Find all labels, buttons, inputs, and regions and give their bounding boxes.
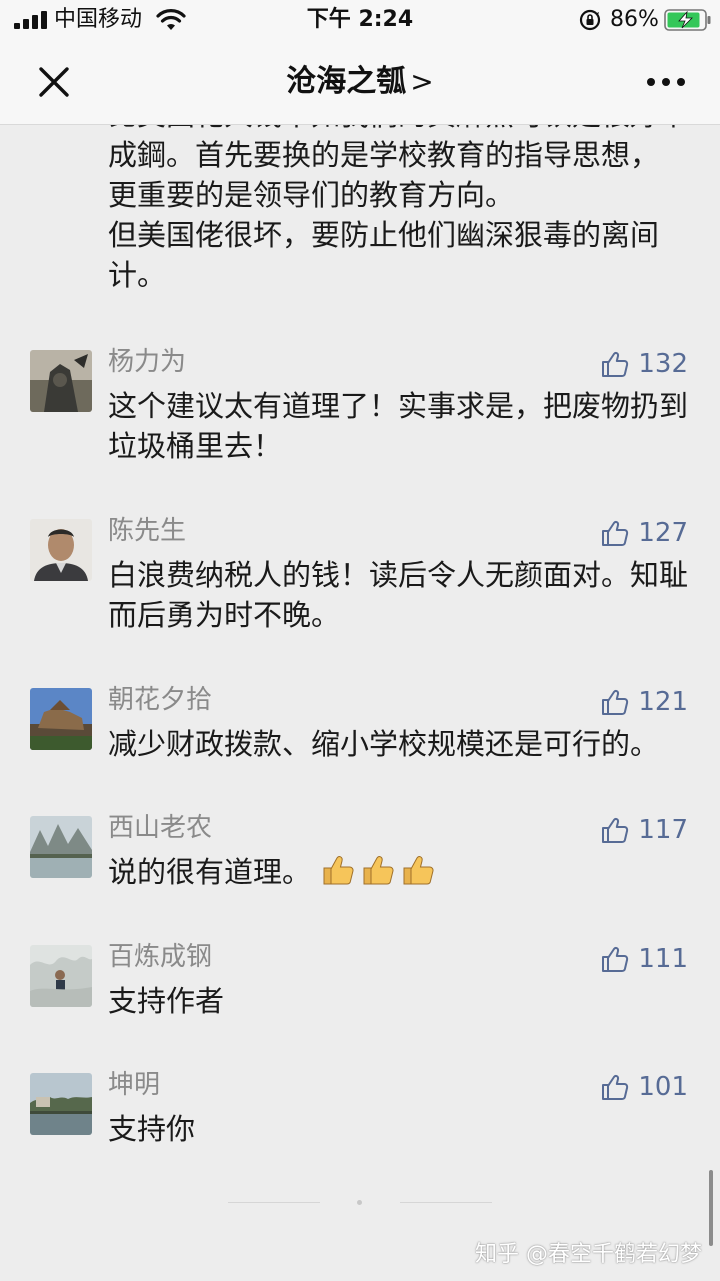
- end-divider-left: [228, 1202, 320, 1203]
- comment-author[interactable]: 百炼成钢: [108, 939, 212, 975]
- end-divider-right: [400, 1202, 492, 1203]
- avatar-image: [30, 816, 92, 878]
- like-button[interactable]: 117: [600, 812, 688, 848]
- like-button[interactable]: 101: [600, 1069, 688, 1105]
- comment-author[interactable]: 西山老农: [108, 810, 212, 846]
- like-button[interactable]: 111: [600, 941, 688, 977]
- article-line: 计。: [108, 258, 167, 292]
- thumbs-up-icon: [602, 1074, 629, 1100]
- thumbs-up-emoji: [323, 856, 354, 885]
- end-divider-dot: [357, 1200, 362, 1205]
- thumbs-up-emoji: [403, 856, 434, 885]
- watermark: 知乎 @春空千鹤若幻梦: [475, 1242, 702, 1267]
- clipped-line-fragment: 比美国花大钱不如我们的真麻黑可铁是很好中: [108, 125, 688, 135]
- avatar[interactable]: [30, 1073, 92, 1135]
- like-count: 121: [638, 687, 688, 717]
- avatar-image: [30, 350, 92, 412]
- like-count: 111: [638, 944, 688, 974]
- thumbs-up-icon: [602, 946, 629, 972]
- avatar[interactable]: [30, 350, 92, 412]
- article-tail: 比美国花大钱不如我们的真麻黑可铁是很好中 成鋼。首先要换的是学校教育的指导思想，…: [108, 125, 698, 295]
- more-icon[interactable]: [646, 76, 686, 88]
- article-line: 但美国佬很坏，要防止他们幽深狠毒的离间: [108, 218, 660, 252]
- page-title[interactable]: 沧海之瓠 >: [0, 62, 720, 102]
- like-button[interactable]: 121: [600, 684, 688, 720]
- scrollbar[interactable]: [709, 1170, 713, 1246]
- avatar[interactable]: [30, 945, 92, 1007]
- comment-author[interactable]: 陈先生: [108, 513, 186, 549]
- comment-text: 这个建议太有道理了！实事求是，把废物扔到垃圾桶里去！: [108, 389, 689, 463]
- like-count: 101: [638, 1072, 688, 1102]
- thumbs-up-icon: [602, 689, 629, 715]
- chevron-right-icon: >: [410, 65, 434, 98]
- comment-text-body: 说的很有道理。: [108, 855, 312, 889]
- article-line: 成鋼。首先要换的是学校教育的指导思想，: [108, 138, 660, 172]
- comments-scroll-area[interactable]: 比美国花大钱不如我们的真麻黑可铁是很好中 成鋼。首先要换的是学校教育的指导思想，…: [0, 125, 720, 1281]
- thumbs-up-icon: [602, 520, 629, 546]
- clipped-line: 比美国花大钱不如我们的真麻黑可铁是很好中: [108, 125, 698, 135]
- battery-percent: 86%: [610, 7, 659, 32]
- comment-text: 白浪费纳税人的钱！读后令人无颜面对。知耻而后勇为时不晚。: [108, 558, 689, 632]
- rotation-lock-icon: [579, 9, 601, 31]
- page-title-label: 沧海之瓠: [286, 64, 407, 99]
- comment-author[interactable]: 杨力为: [108, 344, 186, 380]
- avatar[interactable]: [30, 519, 92, 581]
- battery-charging-icon: [664, 9, 711, 31]
- comment-text: 说的很有道理。: [108, 852, 698, 892]
- avatar[interactable]: [30, 816, 92, 878]
- comment-text: 减少财政拨款、缩小学校规模还是可行的。: [108, 727, 660, 761]
- like-count: 127: [638, 518, 688, 548]
- like-button[interactable]: 127: [600, 515, 688, 551]
- thumbs-up-emoji: [363, 856, 394, 885]
- carrier-label: 中国移动: [54, 7, 143, 32]
- thumbs-up-icon: [602, 351, 629, 377]
- wifi-icon: [156, 9, 186, 30]
- avatar-image: [30, 688, 92, 750]
- avatar-image: [30, 519, 92, 581]
- avatar-image: [30, 1073, 92, 1135]
- comment-author[interactable]: 坤明: [108, 1067, 160, 1103]
- comment-text: 支持作者: [108, 984, 225, 1018]
- avatar[interactable]: [30, 688, 92, 750]
- comment-author[interactable]: 朝花夕拾: [108, 682, 212, 718]
- thumbs-up-icon: [602, 817, 629, 843]
- article-line: 更重要的是领导们的教育方向。: [108, 178, 515, 212]
- nav-bar: 沧海之瓠 >: [0, 40, 720, 125]
- comment-text: 支持你: [108, 1112, 196, 1146]
- avatar-image: [30, 945, 92, 1007]
- like-button[interactable]: 132: [600, 346, 688, 382]
- status-bar: 中国移动 下午 2:24 86%: [0, 0, 720, 40]
- like-count: 132: [638, 349, 688, 379]
- signal-icon: [14, 11, 47, 29]
- like-count: 117: [638, 815, 688, 845]
